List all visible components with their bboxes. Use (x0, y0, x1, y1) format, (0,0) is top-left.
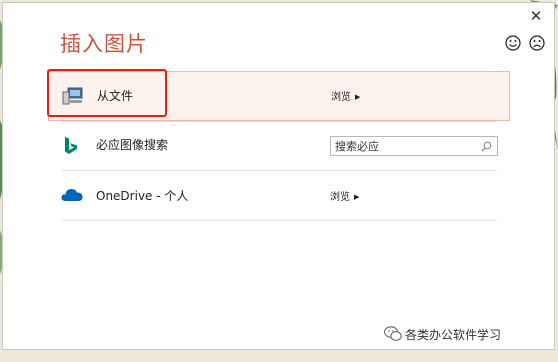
close-icon[interactable]: ✕ (528, 8, 544, 24)
browse-label: 浏览 (330, 192, 350, 203)
browse-link-onedrive[interactable]: 浏览 ▶ (330, 191, 359, 204)
red-annotation-box (47, 69, 167, 117)
triangle-right-icon: ▶ (354, 193, 360, 201)
smile-icon[interactable] (505, 35, 521, 51)
dialog-title: 插入图片 (60, 32, 148, 56)
row-label-onedrive: OneDrive - 个人 (96, 189, 189, 203)
row-label-bing: 必应图像搜索 (96, 138, 169, 152)
triangle-right-icon: ▶ (355, 93, 361, 101)
bing-icon (65, 137, 77, 154)
wechat-icon (384, 326, 402, 341)
bing-search-input[interactable]: 搜索必应 (330, 136, 498, 156)
search-icon[interactable] (481, 141, 492, 152)
divider (62, 220, 497, 221)
browse-link-from-file[interactable]: 浏览 ▶ (331, 91, 360, 104)
frown-icon[interactable] (529, 35, 545, 51)
browse-label: 浏览 (331, 92, 351, 103)
watermark-text: 各类办公软件学习 (405, 328, 502, 342)
onedrive-icon (61, 189, 83, 201)
search-placeholder: 搜索必应 (335, 140, 379, 153)
row-onedrive[interactable]: OneDrive - 个人 浏览 ▶ (48, 171, 510, 221)
